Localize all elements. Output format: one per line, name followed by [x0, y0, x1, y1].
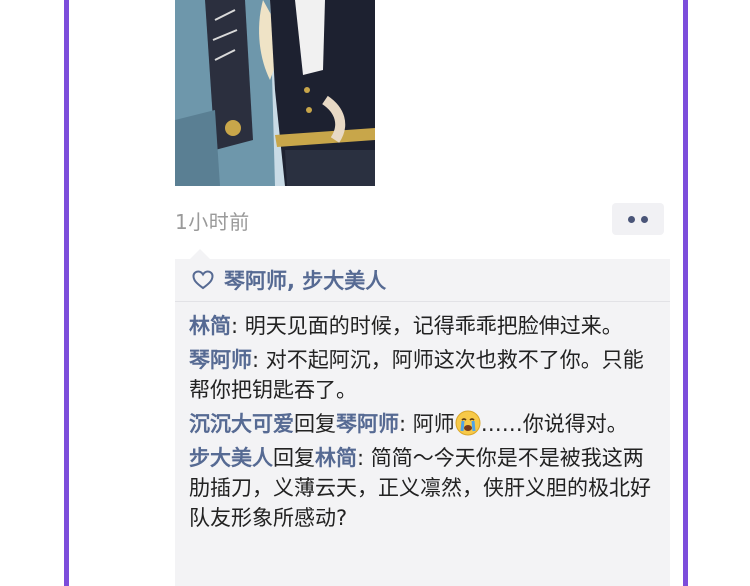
comment-author[interactable]: 沉沉大可爱	[189, 412, 294, 436]
comment-author[interactable]: 琴阿师	[189, 348, 252, 372]
screenshot-frame: 1小时前 琴阿师, 步大美人 林简: 明天见面的时候，记得乖乖把脸伸过来。 琴阿…	[0, 0, 750, 586]
comment-box-caret	[190, 249, 210, 259]
comment-separator: :	[252, 348, 266, 372]
reply-word: 回复	[273, 446, 315, 470]
comment-separator: :	[357, 446, 371, 470]
likes-names[interactable]: 琴阿师, 步大美人	[224, 265, 386, 295]
comment-text: 明天见面的时候，记得乖乖把脸伸过来。	[244, 314, 623, 338]
comment-text-after: ……你说得对。	[480, 412, 628, 436]
likes-row: 琴阿师, 步大美人	[175, 259, 670, 302]
heart-icon	[192, 270, 214, 290]
more-dots-icon	[628, 215, 635, 223]
comment-item[interactable]: 沉沉大可爱回复琴阿师: 阿师 ……你说得对。	[189, 409, 659, 439]
illustration-image	[175, 0, 375, 186]
frame-border-right	[683, 0, 688, 586]
comment-separator: :	[231, 314, 245, 338]
reply-word: 回复	[294, 412, 336, 436]
post-photo[interactable]	[175, 0, 375, 186]
moment-post: 1小时前 琴阿师, 步大美人 林简: 明天见面的时候，记得乖乖把脸伸过来。 琴阿…	[69, 0, 683, 586]
reply-to-name[interactable]: 琴阿师	[336, 412, 399, 436]
comment-author[interactable]: 林简	[189, 314, 231, 338]
comment-item[interactable]: 步大美人回复林简: 简简～今天你是不是被我这两肋插刀，义薄云天，正义凛然，侠肝义…	[189, 443, 659, 533]
more-dots-icon-2	[641, 215, 648, 223]
crying-face-emoji	[455, 410, 481, 436]
more-actions-button[interactable]	[612, 203, 664, 235]
comment-area: 琴阿师, 步大美人 林简: 明天见面的时候，记得乖乖把脸伸过来。 琴阿师: 对不…	[175, 259, 670, 586]
comment-item[interactable]: 林简: 明天见面的时候，记得乖乖把脸伸过来。	[189, 311, 659, 341]
comment-list: 林简: 明天见面的时候，记得乖乖把脸伸过来。 琴阿师: 对不起阿沉，阿师这次也救…	[189, 311, 659, 537]
comment-text-before: 阿师	[412, 412, 455, 436]
reply-to-name[interactable]: 林简	[315, 446, 357, 470]
post-timestamp: 1小时前	[175, 210, 250, 234]
comment-separator: :	[399, 412, 413, 436]
comment-author[interactable]: 步大美人	[189, 446, 273, 470]
comment-item[interactable]: 琴阿师: 对不起阿沉，阿师这次也救不了你。只能帮你把钥匙吞了。	[189, 345, 659, 405]
